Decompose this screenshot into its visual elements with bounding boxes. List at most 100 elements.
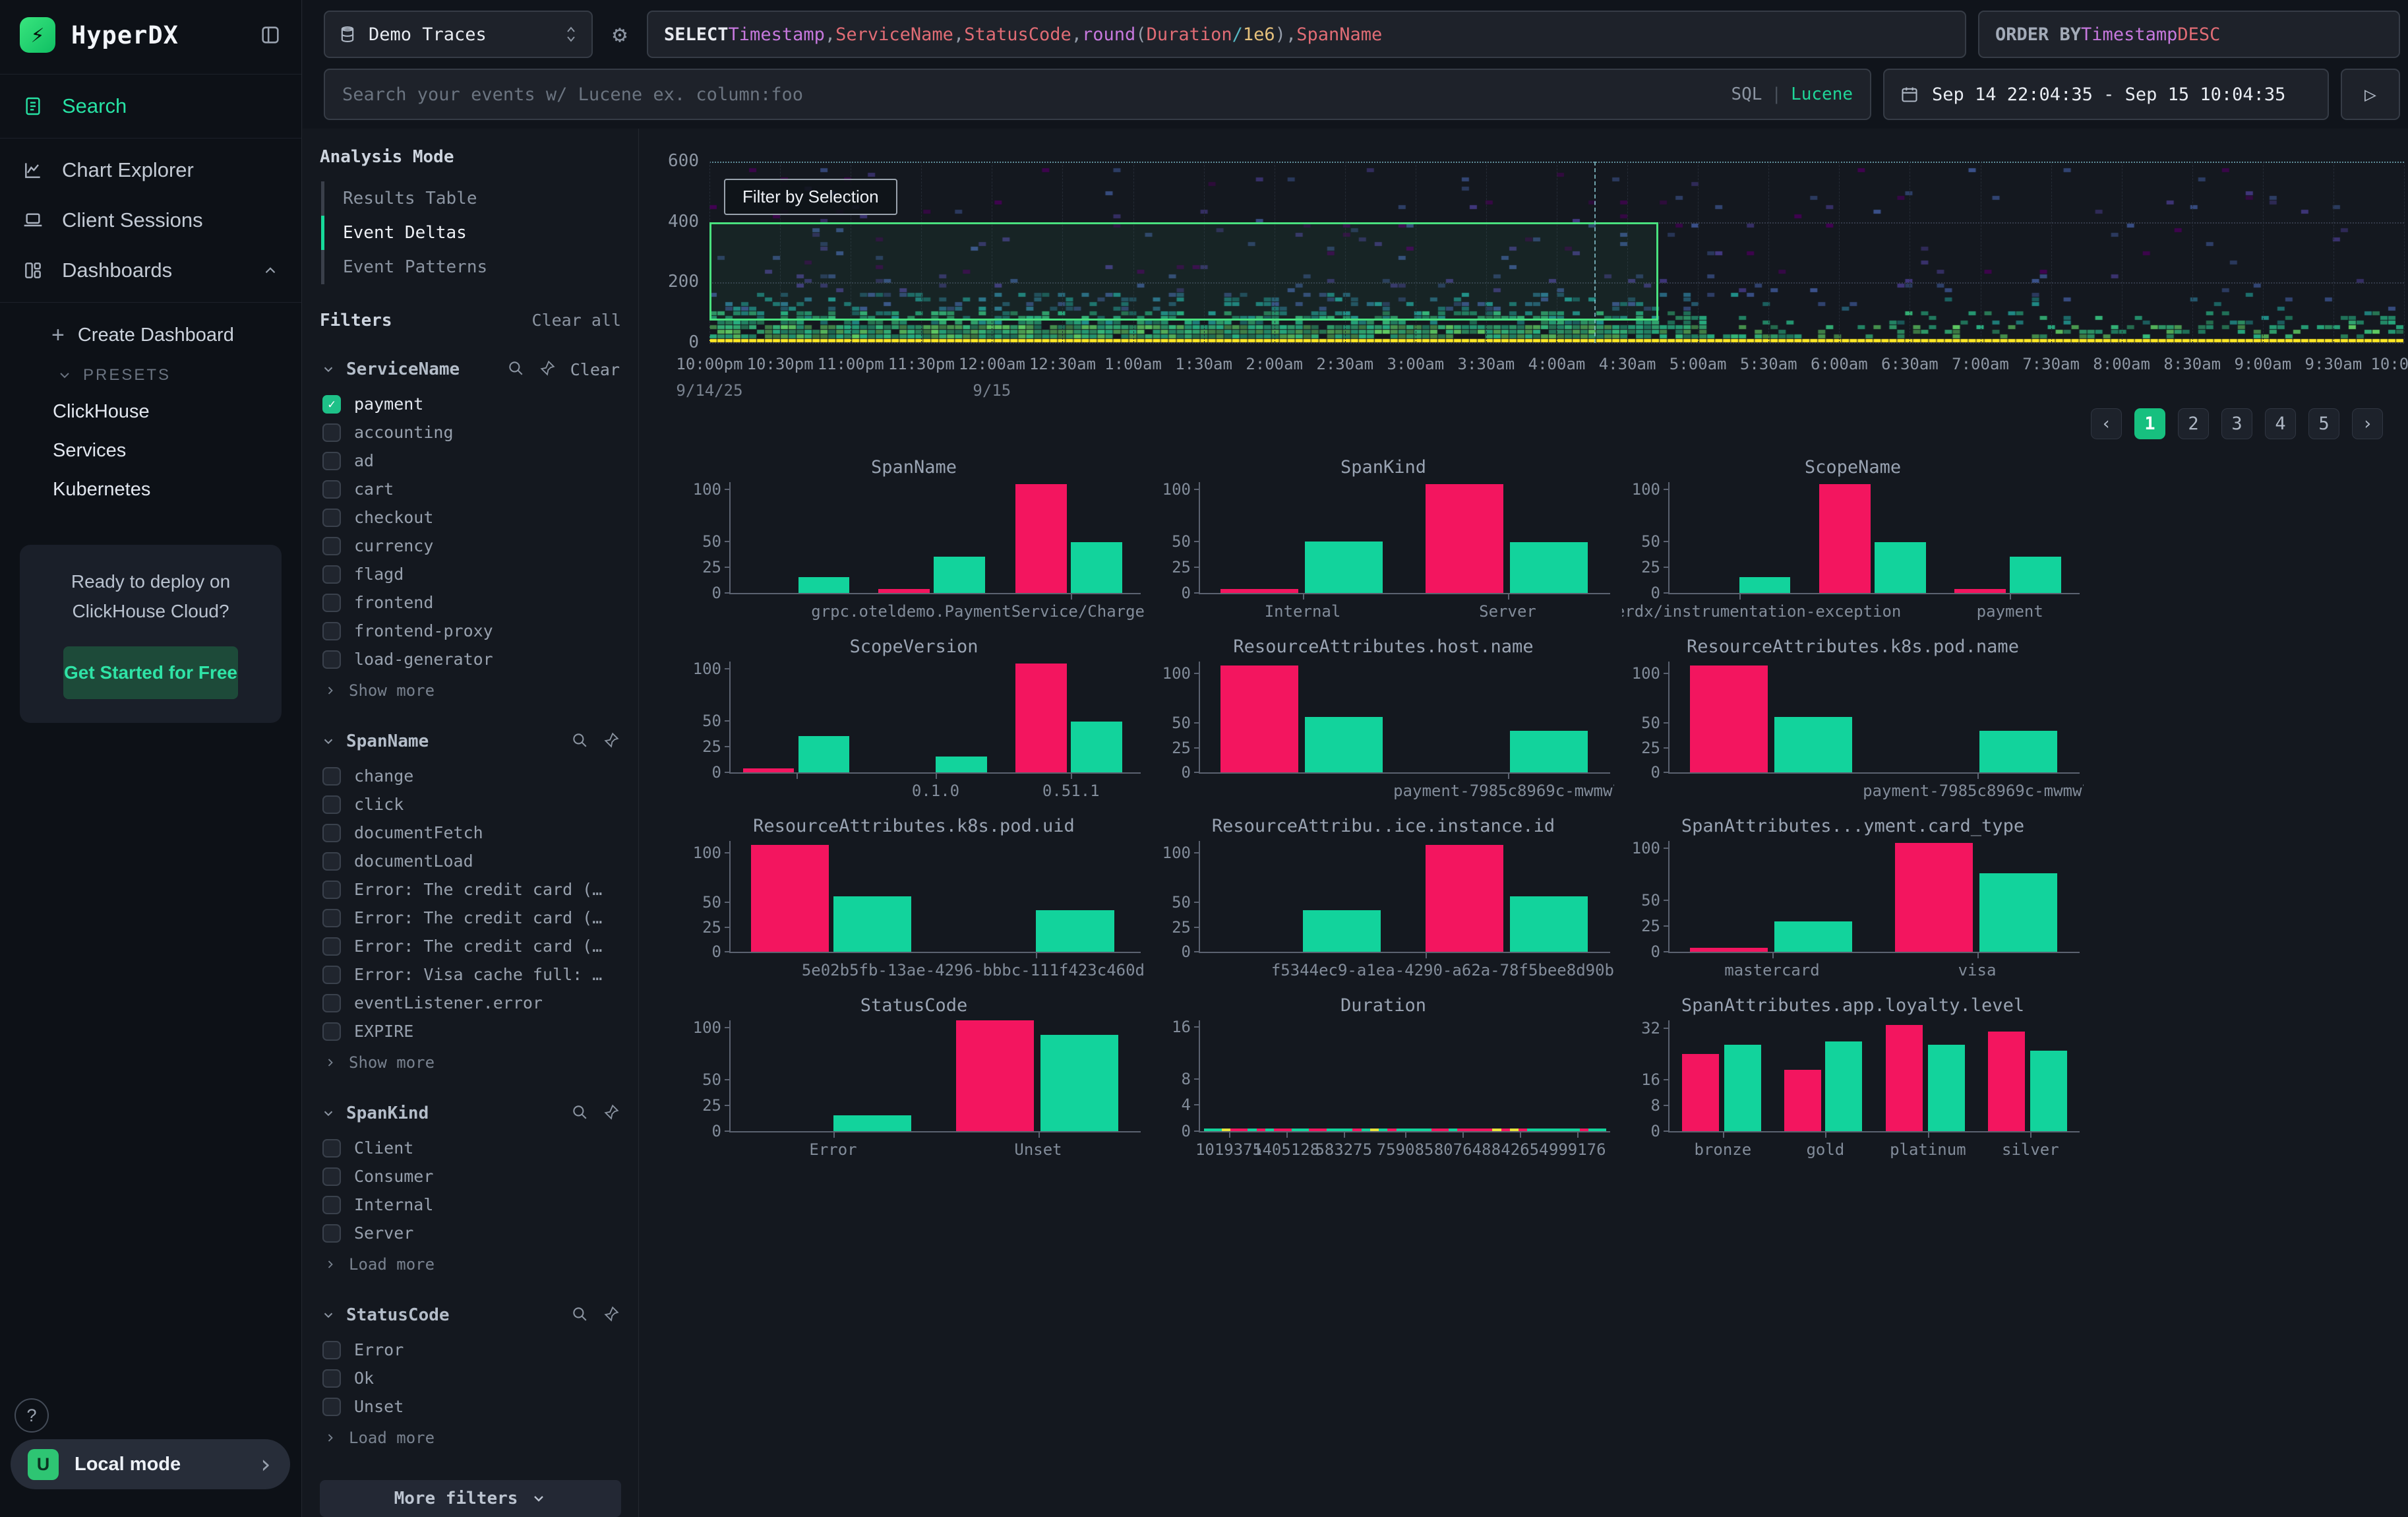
checkbox[interactable] [322,1341,341,1359]
filter-checkbox-row[interactable]: change [320,762,621,790]
sql-select-editor[interactable]: SELECT Timestamp, ServiceName, StatusCod… [647,11,1966,58]
sidebar-item-client-sessions[interactable]: Client Sessions [0,195,301,245]
search-icon[interactable] [571,731,588,751]
sidebar-collapse-icon[interactable] [259,24,282,46]
pagination-page-3[interactable]: 3 [2221,408,2252,439]
checkbox[interactable] [322,767,341,786]
search-icon[interactable] [507,359,524,379]
checkbox[interactable] [322,1224,341,1243]
filter-checkbox-row[interactable]: Client [320,1134,621,1162]
filter-checkbox-row[interactable]: checkout [320,503,621,532]
analysis-mode-event-deltas[interactable]: Event Deltas [321,216,621,250]
time-range-picker[interactable]: Sep 14 22:04:35 - Sep 15 10:04:35 [1883,69,2329,120]
clear-all-button[interactable]: Clear all [532,311,621,330]
pagination-page-2[interactable]: 2 [2178,408,2209,439]
filter-checkbox-row[interactable]: currency [320,532,621,560]
sidebar-item-chart-explorer[interactable]: Chart Explorer [0,145,301,195]
checkbox[interactable] [322,1398,341,1416]
filter-checkbox-row[interactable]: load-generator [320,645,621,673]
filter-checkbox-row[interactable]: Error: The credit card (… [320,904,621,932]
analysis-mode-event-patterns[interactable]: Event Patterns [321,250,621,284]
filter-checkbox-row[interactable]: click [320,790,621,819]
more-filters-button[interactable]: More filters [320,1480,621,1517]
checkbox[interactable] [322,509,341,527]
filter-checkbox-row[interactable]: Error: Visa cache full: … [320,960,621,989]
checkbox[interactable]: ✓ [322,395,341,414]
checkbox[interactable] [322,909,341,927]
lang-toggle-sql[interactable]: SQL [1731,84,1762,104]
checkbox[interactable] [322,994,341,1012]
checkbox[interactable] [322,594,341,612]
source-select[interactable]: Demo Traces [324,11,593,58]
pin-icon[interactable] [603,1305,620,1325]
search-icon[interactable] [571,1103,588,1123]
sidebar-item-dashboards[interactable]: Dashboards [0,245,301,295]
pin-icon[interactable] [539,359,556,379]
events-heatmap[interactable]: Filter by Selection 600400200010:00pm10:… [709,162,2404,343]
run-query-button[interactable]: ▷ [2341,69,2400,120]
checkbox[interactable] [322,881,341,899]
clear-filter-button[interactable]: Clear [570,360,620,379]
checkbox[interactable] [322,1167,341,1186]
filter-by-selection-button[interactable]: Filter by Selection [724,179,897,215]
pagination-page-1[interactable]: 1 [2134,408,2165,439]
checkbox[interactable] [322,824,341,842]
create-dashboard-button[interactable]: + Create Dashboard [0,313,301,357]
filter-checkbox-row[interactable]: documentFetch [320,819,621,847]
chevron-down-icon[interactable] [321,1106,336,1121]
checkbox[interactable] [322,1196,341,1214]
filter-checkbox-row[interactable]: accounting [320,418,621,447]
show-more-servicename[interactable]: Show more [320,673,621,702]
filter-checkbox-row[interactable]: ✓payment [320,390,621,418]
sidebar-preset-services[interactable]: Services [0,431,301,470]
filter-checkbox-row[interactable]: frontend [320,588,621,617]
checkbox[interactable] [322,480,341,499]
filter-checkbox-row[interactable]: Error: The credit card (… [320,875,621,904]
checkbox[interactable] [322,1369,341,1388]
chevron-down-icon[interactable] [321,1308,336,1322]
checkbox[interactable] [322,423,341,442]
search-icon[interactable] [571,1305,588,1325]
presets-toggle[interactable]: PRESETS [0,357,301,392]
pagination-prev-button[interactable]: ‹ [2091,408,2122,439]
filter-checkbox-row[interactable]: EXPIRE [320,1017,621,1045]
order-by-editor[interactable]: ORDER BY Timestamp DESC [1978,11,2400,58]
filter-checkbox-row[interactable]: Internal [320,1191,621,1219]
filter-checkbox-row[interactable]: Ok [320,1364,621,1392]
gear-icon[interactable]: ⚙ [605,11,635,58]
checkbox[interactable] [322,937,341,956]
sidebar-preset-kubernetes[interactable]: Kubernetes [0,470,301,509]
checkbox[interactable] [322,795,341,814]
pagination-page-5[interactable]: 5 [2308,408,2339,439]
checkbox[interactable] [322,622,341,640]
user-menu[interactable]: U Local mode › [11,1439,290,1489]
checkbox[interactable] [322,537,341,555]
show-more-spankind[interactable]: Load more [320,1247,621,1276]
filter-checkbox-row[interactable]: ad [320,447,621,475]
sidebar-item-search[interactable]: Search [0,81,301,131]
chevron-down-icon[interactable] [321,362,336,377]
filter-checkbox-row[interactable]: documentLoad [320,847,621,875]
lang-toggle-lucene[interactable]: Lucene [1791,84,1853,104]
pin-icon[interactable] [603,1103,620,1123]
get-started-button[interactable]: Get Started for Free [63,646,238,700]
checkbox[interactable] [322,1022,341,1041]
filter-checkbox-row[interactable]: flagd [320,560,621,588]
filter-checkbox-row[interactable]: eventListener.error [320,989,621,1017]
pagination-page-4[interactable]: 4 [2265,408,2296,439]
checkbox[interactable] [322,452,341,470]
checkbox[interactable] [322,565,341,584]
heatmap-selection-region[interactable] [709,222,1658,321]
analysis-mode-results-table[interactable]: Results Table [321,181,621,216]
checkbox[interactable] [322,966,341,984]
filter-checkbox-row[interactable]: Server [320,1219,621,1247]
checkbox[interactable] [322,650,341,669]
filter-checkbox-row[interactable]: Consumer [320,1162,621,1191]
help-button[interactable]: ? [15,1398,49,1433]
checkbox[interactable] [322,1139,341,1158]
show-more-spanname[interactable]: Show more [320,1045,621,1074]
pagination-next-button[interactable]: › [2352,408,2383,439]
checkbox[interactable] [322,852,341,871]
filter-checkbox-row[interactable]: Error [320,1336,621,1364]
search-input[interactable]: Search your events w/ Lucene ex. column:… [324,69,1871,120]
